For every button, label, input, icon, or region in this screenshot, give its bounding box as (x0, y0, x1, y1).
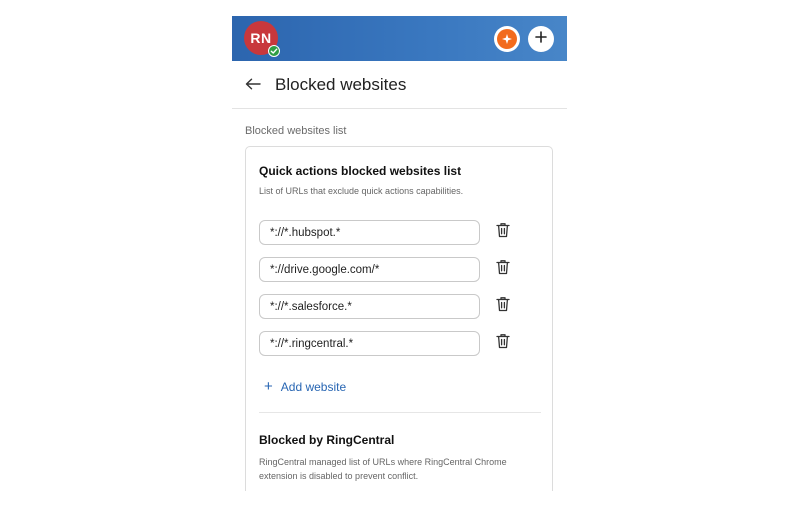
blocked-by-ringcentral-description: RingCentral managed list of URLs where R… (259, 457, 507, 481)
blocked-by-ringcentral-title: Blocked by RingCentral (259, 433, 395, 447)
url-input[interactable] (259, 294, 480, 319)
delete-url-button[interactable] (494, 333, 512, 354)
add-website-label: Add website (280, 380, 347, 394)
sparkle-icon (497, 29, 517, 49)
trash-icon (496, 222, 510, 243)
divider (259, 412, 541, 413)
trash-icon (496, 296, 510, 317)
add-button[interactable] (528, 26, 554, 52)
url-row (259, 294, 524, 319)
blocked-websites-card: Quick actions blocked websites list List… (245, 146, 553, 491)
quick-actions-title: Quick actions blocked websites list (259, 164, 462, 178)
plus-icon (535, 30, 547, 48)
plus-icon: + (264, 378, 273, 395)
delete-url-button[interactable] (494, 259, 512, 280)
page-header: Blocked websites (232, 61, 567, 109)
back-button[interactable] (244, 77, 262, 95)
add-website-button[interactable]: + Add website (264, 379, 346, 395)
section-label: Blocked websites list (245, 125, 347, 137)
top-bar: RN (232, 16, 567, 61)
presence-status-check-icon (268, 45, 280, 57)
url-row (259, 257, 524, 282)
url-input[interactable] (259, 257, 480, 282)
url-row (259, 220, 524, 245)
avatar-initials: RN (250, 30, 272, 46)
delete-url-button[interactable] (494, 222, 512, 243)
ai-assistant-button[interactable] (494, 26, 520, 52)
arrow-left-icon (245, 77, 261, 95)
trash-icon (496, 333, 510, 354)
extension-panel: RN Blocked websites Blocked websites lis… (232, 16, 567, 491)
url-row (259, 331, 524, 356)
page-title: Blocked websites (275, 75, 407, 94)
url-input[interactable] (259, 220, 480, 245)
delete-url-button[interactable] (494, 296, 512, 317)
url-input[interactable] (259, 331, 480, 356)
trash-icon (496, 259, 510, 280)
quick-actions-description: List of URLs that exclude quick actions … (259, 186, 464, 196)
